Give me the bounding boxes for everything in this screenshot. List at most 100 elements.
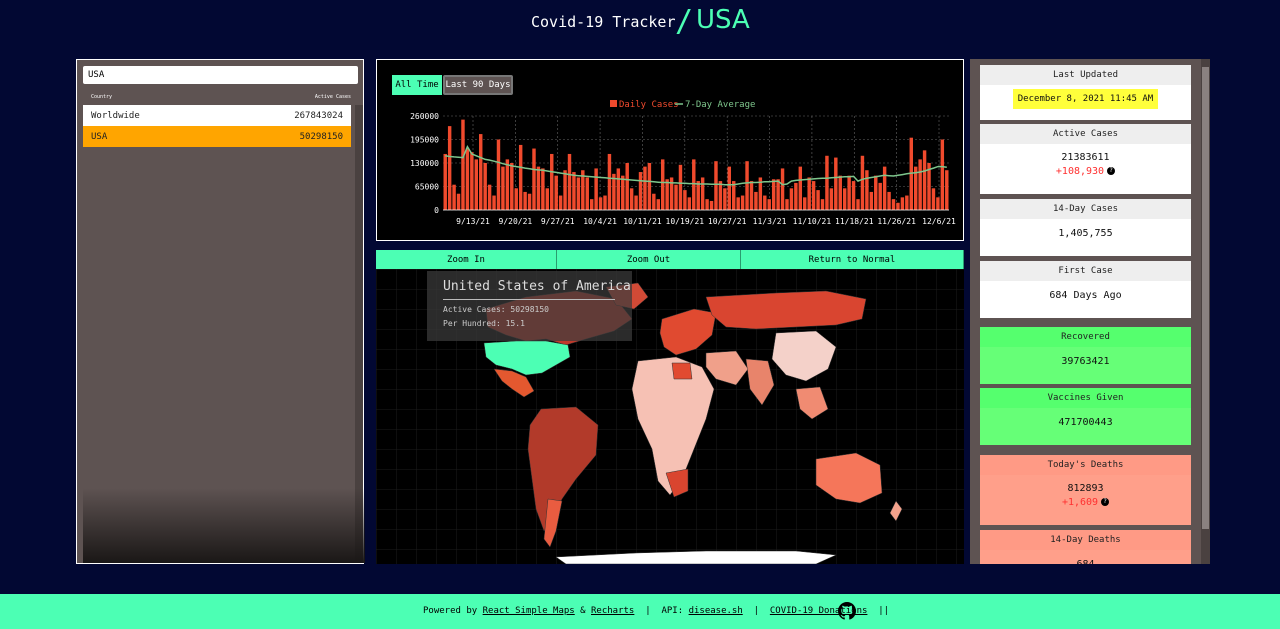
legend-daily-swatch xyxy=(610,100,617,107)
daily-cases-bar xyxy=(940,139,945,210)
todays-deaths-card: Today's Deaths 812893 +1,609? xyxy=(980,455,1191,525)
daily-cases-bar xyxy=(838,175,842,210)
daily-cases-bar xyxy=(714,161,718,210)
daily-cases-bar xyxy=(763,195,767,210)
daily-cases-bar xyxy=(900,197,905,210)
daily-cases-bar xyxy=(789,188,794,210)
daily-cases-bar xyxy=(869,191,874,210)
daily-cases-bar xyxy=(718,181,723,210)
daily-cases-bar xyxy=(563,170,567,210)
daily-cases-bar xyxy=(842,188,847,210)
daily-cases-bar xyxy=(461,119,465,210)
daily-cases-bar xyxy=(740,195,745,210)
daily-cases-bar xyxy=(514,188,518,210)
x-tick-label: 11/26/21 xyxy=(877,217,916,226)
daily-cases-bar xyxy=(589,199,594,210)
daily-cases-bar xyxy=(594,168,598,210)
daily-cases-bar xyxy=(860,155,865,210)
country-row-worldwide[interactable]: Worldwide 267843024 xyxy=(83,105,351,126)
stats-scrollbar[interactable] xyxy=(1201,59,1210,564)
daily-cases-bar xyxy=(874,175,878,210)
daily-cases-bar xyxy=(567,153,572,210)
column-active-cases[interactable]: Active Cases xyxy=(315,94,351,100)
selected-country-title: USA xyxy=(696,5,750,35)
zoom-out-button[interactable]: Zoom Out xyxy=(557,250,741,269)
x-tick-label: 10/4/21 xyxy=(583,217,617,226)
daily-cases-bar xyxy=(452,184,456,210)
map-tooltip: United States of America Active Cases: 5… xyxy=(427,271,632,341)
daily-cases-bar xyxy=(749,181,754,210)
deaths-14-day-label: 14-Day Deaths xyxy=(980,530,1191,550)
daily-cases-bar xyxy=(652,193,656,210)
daily-cases-bar xyxy=(891,199,896,210)
active-cases-delta: +108,930 xyxy=(1055,166,1105,177)
daily-cases-bar xyxy=(474,159,479,210)
daily-cases-bar xyxy=(572,172,576,210)
x-tick-label: 11/18/21 xyxy=(835,217,874,226)
disease-sh-link[interactable]: disease.sh xyxy=(689,606,743,616)
daily-cases-bar xyxy=(780,168,785,210)
list-fade-overlay xyxy=(83,488,365,563)
country-active-cases: 267843024 xyxy=(294,111,343,121)
daily-cases-bar xyxy=(834,157,838,210)
daily-cases-bar xyxy=(576,177,581,210)
github-icon[interactable] xyxy=(838,602,856,620)
info-icon[interactable]: ? xyxy=(1101,498,1110,506)
daily-cases-bar xyxy=(820,199,825,210)
daily-cases-bar xyxy=(607,153,612,210)
all-time-button[interactable]: All Time xyxy=(392,75,442,95)
todays-deaths-delta: +1,609 xyxy=(1061,497,1099,508)
daily-cases-bar xyxy=(456,193,461,210)
last-90-days-button[interactable]: Last 90 Days xyxy=(443,75,513,95)
daily-cases-bar xyxy=(807,177,811,210)
zoom-in-button[interactable]: Zoom In xyxy=(376,250,557,269)
country-libya[interactable] xyxy=(671,362,693,380)
daily-cases-bar xyxy=(945,170,949,210)
daily-cases-bar xyxy=(532,148,536,210)
y-tick-label: 260000 xyxy=(410,112,439,121)
daily-cases-bar xyxy=(851,181,856,210)
country-row-usa[interactable]: USA 50298150 xyxy=(83,126,351,147)
country-list-header: Country Active Cases xyxy=(83,90,351,104)
daily-cases-bar xyxy=(723,188,727,210)
tooltip-active-cases: Active Cases: 50298150 xyxy=(443,305,549,314)
daily-cases-bar xyxy=(776,179,780,210)
stats-scrollbar-thumb[interactable] xyxy=(1202,67,1209,529)
column-country[interactable]: Country xyxy=(91,94,112,100)
vaccines-card: Vaccines Given 471700443 xyxy=(980,388,1191,445)
daily-cases-bar xyxy=(492,195,496,210)
daily-cases-bar xyxy=(487,184,492,210)
daily-cases-bar xyxy=(878,182,882,210)
daily-cases-bar xyxy=(727,166,732,210)
active-cases-card: Active Cases 21383611 +108,930? xyxy=(980,124,1191,194)
return-to-normal-button[interactable]: Return to Normal xyxy=(741,250,964,269)
daily-cases-bar xyxy=(510,163,514,210)
recharts-link[interactable]: Recharts xyxy=(591,606,634,616)
daily-cases-bar xyxy=(621,175,625,210)
info-icon[interactable]: ? xyxy=(1107,167,1116,175)
daily-cases-bar xyxy=(856,199,860,210)
daily-cases-bar xyxy=(847,175,851,210)
world-map[interactable]: United States of America Active Cases: 5… xyxy=(376,269,964,564)
x-tick-label: 11/10/21 xyxy=(793,217,832,226)
daily-cases-bar xyxy=(922,150,927,210)
daily-cases-bar xyxy=(683,190,687,210)
tooltip-title: United States of America xyxy=(443,279,631,294)
daily-cases-bar xyxy=(523,191,527,210)
last-updated-label: Last Updated xyxy=(980,65,1191,85)
x-tick-label: 10/19/21 xyxy=(666,217,705,226)
daily-cases-bar xyxy=(882,166,887,210)
daily-cases-bar xyxy=(736,197,740,210)
daily-cases-bar xyxy=(887,191,891,210)
country-search-input[interactable] xyxy=(83,66,358,84)
daily-cases-bar xyxy=(501,166,505,210)
daily-cases-bar xyxy=(443,153,447,210)
daily-cases-bar xyxy=(674,184,678,210)
daily-cases-bar xyxy=(696,181,700,210)
y-tick-label: 195000 xyxy=(410,136,439,145)
active-cases-value: 21383611 xyxy=(1061,152,1110,163)
react-simple-maps-link[interactable]: React Simple Maps xyxy=(483,606,575,616)
country-russia[interactable] xyxy=(705,290,867,330)
footer-powered-by: Powered by xyxy=(423,606,478,616)
active-cases-label: Active Cases xyxy=(980,124,1191,144)
